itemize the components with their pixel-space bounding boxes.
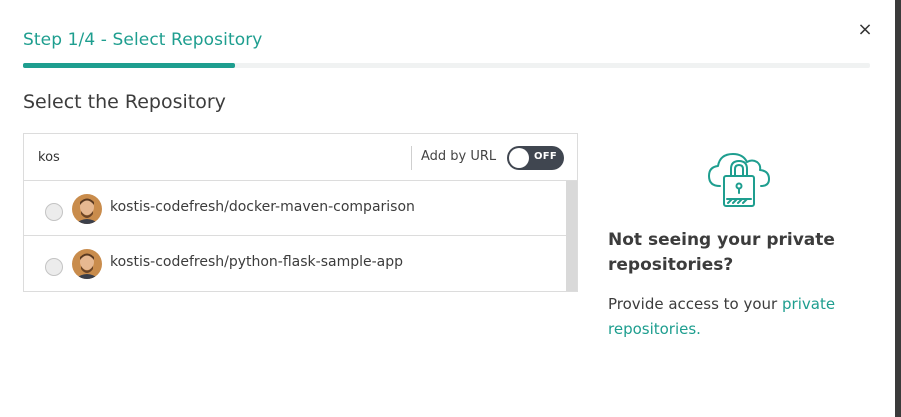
section-title: Select the Repository bbox=[23, 91, 226, 113]
private-repos-heading: Not seeing your private repositories? bbox=[608, 230, 835, 275]
close-icon: × bbox=[857, 19, 873, 40]
step-progress-bar bbox=[23, 63, 870, 68]
toggle-knob bbox=[509, 148, 529, 168]
repository-name: kostis-codefresh/docker-maven-comparison bbox=[110, 199, 415, 215]
repository-name: kostis-codefresh/python-flask-sample-app bbox=[110, 254, 404, 270]
cloud-lock-icon bbox=[706, 146, 772, 212]
repository-list: kostis-codefresh/docker-maven-comparison… bbox=[24, 181, 577, 291]
repository-row[interactable]: kostis-codefresh/docker-maven-comparison bbox=[24, 181, 566, 236]
search-row: Add by URL OFF bbox=[24, 134, 577, 181]
repository-row[interactable]: kostis-codefresh/python-flask-sample-app bbox=[24, 236, 566, 291]
window-edge bbox=[895, 0, 901, 417]
repository-radio[interactable] bbox=[45, 258, 63, 276]
avatar bbox=[72, 249, 102, 279]
add-by-url-toggle[interactable]: OFF bbox=[507, 146, 564, 170]
add-by-url-label: Add by URL bbox=[421, 149, 497, 164]
private-repos-description: Provide access to your bbox=[608, 295, 778, 313]
search-divider bbox=[411, 146, 412, 170]
repository-search-input[interactable] bbox=[38, 144, 398, 170]
repository-radio[interactable] bbox=[45, 203, 63, 221]
toggle-state-label: OFF bbox=[534, 151, 558, 162]
step-progress-fill bbox=[23, 63, 235, 68]
close-button[interactable]: × bbox=[855, 18, 875, 42]
step-title: Step 1/4 - Select Repository bbox=[23, 30, 263, 50]
list-scrollbar[interactable] bbox=[566, 181, 577, 291]
avatar bbox=[72, 194, 102, 224]
private-repos-text: Provide access to your private repositor… bbox=[608, 292, 868, 342]
repository-panel: Add by URL OFF kostis-codefresh/docker-m… bbox=[23, 133, 578, 292]
